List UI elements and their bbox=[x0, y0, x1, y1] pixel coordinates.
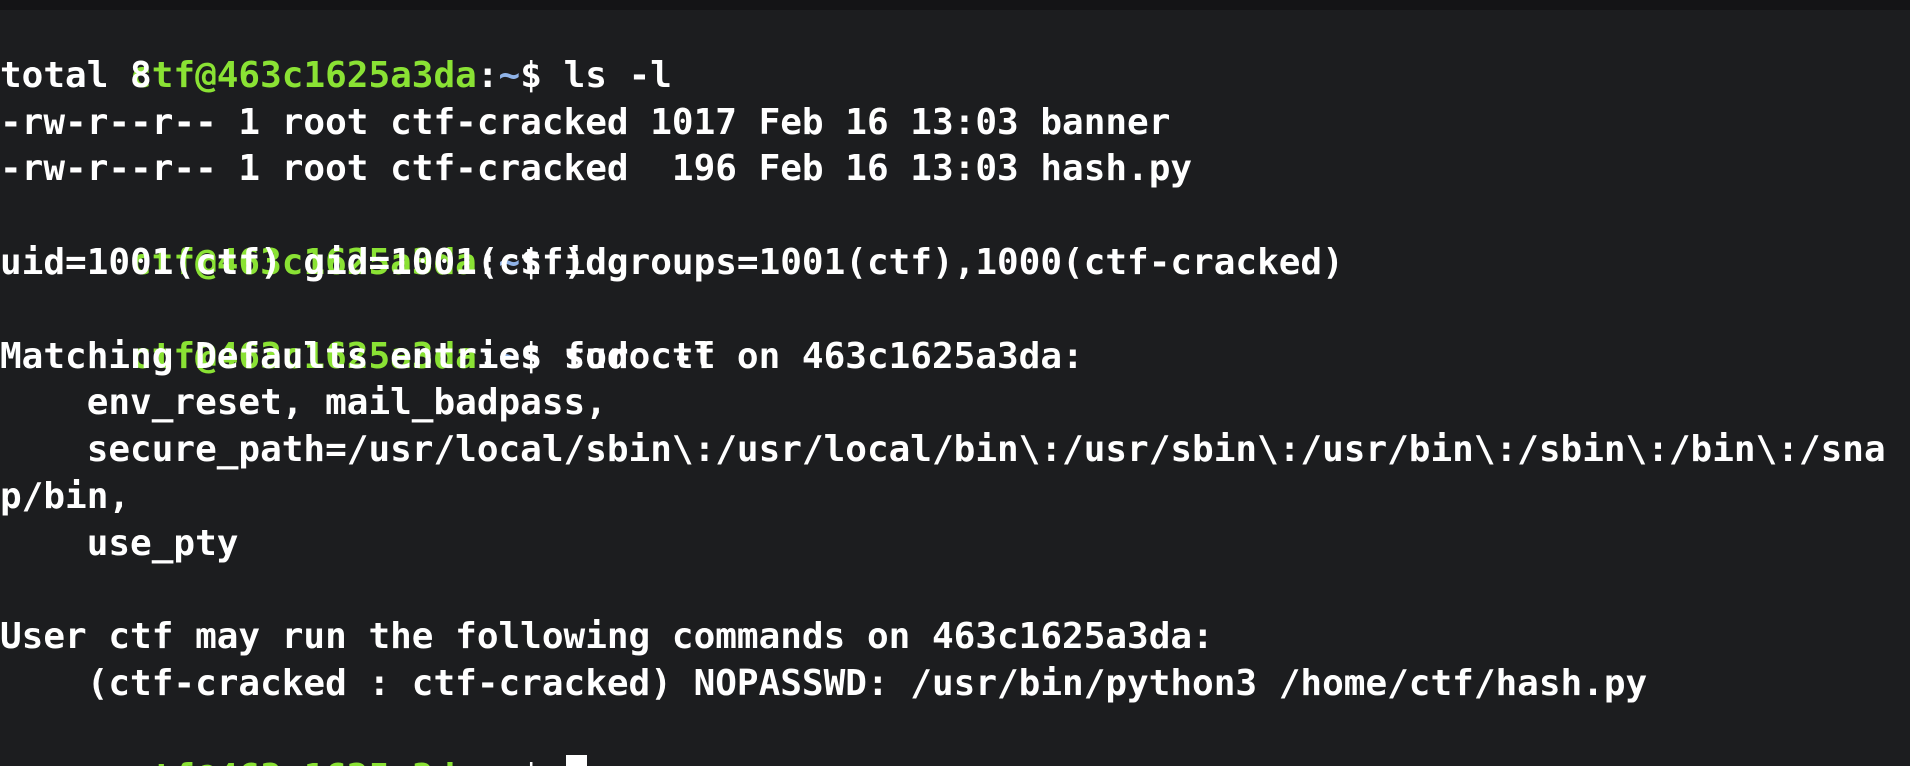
prompt-user-host: ctf@463c1625a3da bbox=[130, 54, 477, 96]
prompt-colon: : bbox=[476, 54, 499, 96]
output-id-result: uid=1001(ctf) gid=1001(ctf) groups=1001(… bbox=[0, 241, 1344, 283]
terminal-output: ctf@463c1625a3da:~$ ls -l total 8 -rw-r-… bbox=[0, 6, 1886, 766]
output-matching-defaults: Matching Defaults entries for ctf on 463… bbox=[0, 335, 1084, 377]
terminal-window[interactable]: ctf@463c1625a3da:~$ ls -l total 8 -rw-r-… bbox=[0, 0, 1910, 766]
output-blank-line bbox=[0, 568, 1886, 615]
output-secure-path-wrap: p/bin, bbox=[0, 475, 131, 517]
output-secure-path: secure_path=/usr/local/sbin\:/usr/local/… bbox=[0, 429, 1886, 471]
prompt-path: ~ bbox=[499, 757, 521, 766]
command-ls: ls -l bbox=[563, 54, 672, 96]
prompt-dollar: $ bbox=[520, 54, 564, 96]
prompt-line-current: ctf@463c1625a3da:~$ bbox=[0, 708, 1886, 766]
output-user-may-run: User ctf may run the following commands … bbox=[0, 616, 1214, 658]
prompt-line-ls: ctf@463c1625a3da:~$ ls -l bbox=[0, 6, 1886, 96]
output-env-reset: env_reset, mail_badpass, bbox=[0, 382, 607, 424]
output-use-pty: use_pty bbox=[0, 522, 239, 564]
prompt-line-id: ctf@463c1625a3da:~$ id bbox=[0, 193, 1886, 283]
prompt-line-sudo: ctf@463c1625a3da:~$ sudo -l bbox=[0, 287, 1886, 377]
output-nopasswd-rule: (ctf-cracked : ctf-cracked) NOPASSWD: /u… bbox=[0, 663, 1648, 705]
prompt-colon: : bbox=[477, 757, 499, 766]
terminal-cursor[interactable] bbox=[565, 754, 587, 766]
output-file-hash: -rw-r--r-- 1 root ctf-cracked 196 Feb 16… bbox=[0, 148, 1193, 190]
prompt-path: ~ bbox=[498, 54, 521, 96]
prompt-user-host: ctf@463c1625a3da bbox=[130, 757, 477, 766]
output-file-banner: -rw-r--r-- 1 root ctf-cracked 1017 Feb 1… bbox=[0, 101, 1171, 143]
prompt-dollar: $ bbox=[520, 757, 563, 766]
